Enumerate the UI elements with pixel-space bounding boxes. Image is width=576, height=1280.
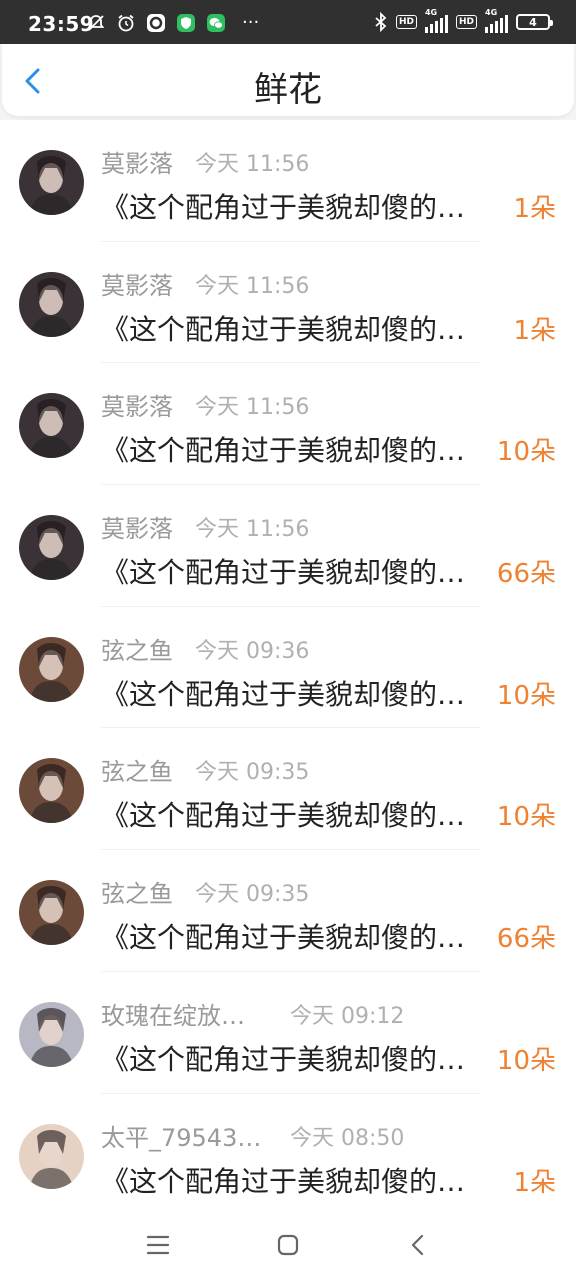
avatar[interactable] xyxy=(19,271,84,337)
flower-count: 1朵 xyxy=(513,315,556,346)
book-title: 《这个配角过于美貌却傻的… xyxy=(101,677,466,711)
gift-time: 今天 11:56 xyxy=(195,152,310,177)
avatar[interactable] xyxy=(19,515,84,581)
more-notifications: ··· xyxy=(242,12,260,33)
flower-count: 10朵 xyxy=(496,680,556,711)
hd-badge-1: HD xyxy=(395,15,417,29)
book-title: 《这个配角过于美貌却傻的… xyxy=(101,434,466,468)
flower-count: 66朵 xyxy=(496,559,556,590)
gift-time: 今天 09:35 xyxy=(195,882,310,908)
list-item[interactable]: 莫影落 今天 11:56 《这个配角过于美貌却傻的… 1朵 xyxy=(0,242,576,364)
book-title: 《这个配角过于美貌却傻的… xyxy=(101,799,466,833)
gift-time: 今天 08:50 xyxy=(290,1125,405,1151)
avatar[interactable] xyxy=(19,150,84,215)
sender-name[interactable]: 莫影落 xyxy=(101,144,173,179)
bluetooth-icon xyxy=(375,12,387,32)
wechat-icon xyxy=(207,14,225,32)
book-title: 《这个配角过于美貌却傻的… xyxy=(101,556,466,590)
avatar[interactable] xyxy=(19,1001,84,1067)
page-title: 鲜花 xyxy=(254,70,322,110)
sender-name[interactable]: 莫影落 xyxy=(101,266,173,301)
sender-name[interactable]: 弦之鱼 xyxy=(101,631,173,666)
sender-name[interactable]: 莫影落 xyxy=(101,509,173,544)
avatar[interactable] xyxy=(19,758,84,824)
status-system-icons: HD 4G HD 4G 4 xyxy=(374,8,553,34)
system-navigation-bar xyxy=(0,1210,576,1280)
gift-time: 今天 09:12 xyxy=(290,1003,405,1029)
list-item[interactable]: 弦之鱼 今天 09:35 《这个配角过于美貌却傻的… 10朵 xyxy=(0,728,576,851)
book-title: 《这个配角过于美貌却傻的… xyxy=(101,191,466,224)
app-header: 鲜花 xyxy=(2,44,574,116)
gift-time: 今天 11:56 xyxy=(195,273,310,299)
book-title: 《这个配角过于美貌却傻的… xyxy=(101,1042,466,1076)
list-item[interactable]: 莫影落 今天 11:56 《这个配角过于美貌却傻的… 66朵 xyxy=(0,485,576,607)
book-title: 《这个配角过于美貌却傻的… xyxy=(101,921,466,955)
status-time: 23:59 xyxy=(28,12,95,36)
flower-count: 1朵 xyxy=(513,194,556,224)
book-title: 《这个配角过于美貌却傻的… xyxy=(101,312,466,346)
home-icon[interactable] xyxy=(273,1230,303,1260)
flower-count: 10朵 xyxy=(496,802,556,833)
list-item[interactable]: 弦之鱼 今天 09:35 《这个配角过于美貌却傻的… 66朵 xyxy=(0,850,576,972)
status-notification-icons: ··· xyxy=(86,12,259,34)
app-circle-icon xyxy=(147,14,165,32)
list-item[interactable]: 莫影落 今天 11:56 《这个配角过于美貌却傻的… 10朵 xyxy=(0,363,576,486)
shield-app-icon xyxy=(177,14,195,32)
sender-name[interactable]: 莫影落 xyxy=(101,387,173,422)
sender-name[interactable]: 弦之鱼 xyxy=(101,874,173,909)
menu-icon[interactable] xyxy=(143,1230,173,1260)
flower-gift-list[interactable]: 莫影落 今天 11:56 《这个配角过于美貌却傻的… 1朵 莫影落 今天 11:56 《这个… xyxy=(0,120,576,1210)
battery-icon: 4 xyxy=(516,14,553,30)
avatar[interactable] xyxy=(19,393,84,459)
flower-count: 10朵 xyxy=(496,437,556,468)
sender-name[interactable]: 弦之鱼 xyxy=(101,752,173,787)
alarm-clock-icon xyxy=(118,14,134,32)
gift-time: 今天 11:56 xyxy=(195,517,310,543)
avatar[interactable] xyxy=(19,636,84,702)
hd-badge-2: HD xyxy=(455,15,477,29)
list-item[interactable]: 太平_79543… 今天 08:50 《这个配角过于美貌却傻的… 1朵 xyxy=(0,1094,576,1211)
list-item[interactable]: 莫影落 今天 11:56 《这个配角过于美貌却傻的… 1朵 xyxy=(0,120,576,242)
book-title: 《这个配角过于美貌却傻的… xyxy=(101,1164,466,1198)
list-item[interactable]: 玫瑰在绽放… 今天 09:12 《这个配角过于美貌却傻的… 10朵 xyxy=(0,972,576,1094)
back-icon[interactable] xyxy=(403,1230,433,1260)
signal-strength-1-icon: 4G xyxy=(424,8,448,33)
list-item[interactable]: 弦之鱼 今天 09:36 《这个配角过于美貌却傻的… 10朵 xyxy=(0,607,576,729)
signal-strength-2-icon: 4G xyxy=(485,8,508,33)
gift-time: 今天 09:36 xyxy=(195,638,310,664)
sender-name[interactable]: 玫瑰在绽放… xyxy=(101,996,245,1031)
avatar[interactable] xyxy=(19,1123,84,1189)
gift-time: 今天 09:35 xyxy=(195,760,310,786)
sender-name[interactable]: 太平_79543… xyxy=(101,1118,261,1153)
status-bar: 23:59 ··· HD 4G HD 4G 4 xyxy=(0,0,576,44)
bell-muted-icon xyxy=(87,15,105,31)
flower-count: 66朵 xyxy=(496,924,556,955)
flower-count: 10朵 xyxy=(496,1045,556,1076)
avatar[interactable] xyxy=(19,880,84,946)
flower-count: 1朵 xyxy=(513,1167,556,1198)
gift-time: 今天 11:56 xyxy=(195,395,310,421)
